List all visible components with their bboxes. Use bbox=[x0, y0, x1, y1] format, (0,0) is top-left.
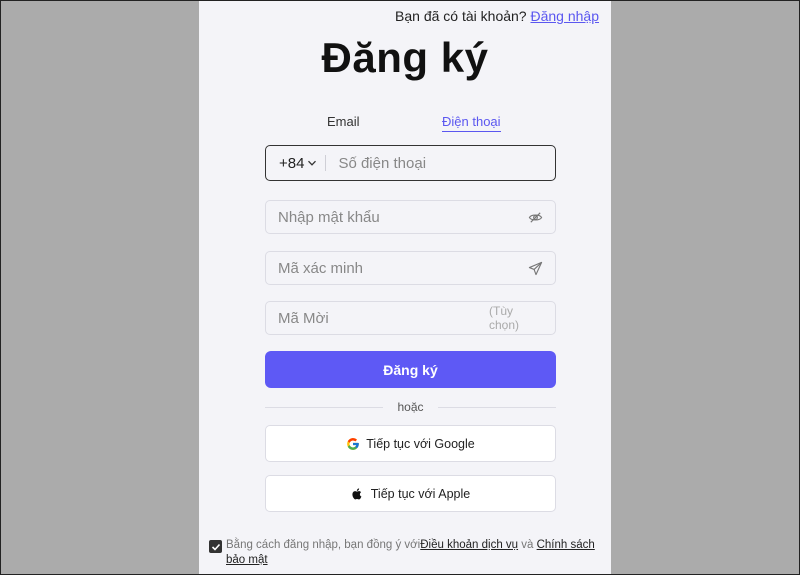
password-field-container bbox=[265, 200, 556, 234]
login-prompt: Bạn đã có tài khoản? Đăng nhập bbox=[395, 8, 599, 24]
terms-agreement: Bằng cách đăng nhập, bạn đồng ý vớiĐiều … bbox=[209, 538, 601, 568]
have-account-text: Bạn đã có tài khoản? bbox=[395, 8, 527, 24]
google-signin-button[interactable]: Tiếp tục với Google bbox=[265, 425, 556, 462]
apple-button-label: Tiếp tục với Apple bbox=[370, 486, 471, 501]
verification-code-input[interactable] bbox=[266, 259, 527, 277]
google-icon bbox=[346, 437, 360, 451]
login-link[interactable]: Đăng nhập bbox=[530, 8, 599, 24]
phone-field-container: +84 bbox=[265, 145, 556, 181]
or-divider: hoặc bbox=[265, 398, 556, 416]
invite-code-container: (Tùy chọn) bbox=[265, 301, 556, 335]
send-icon[interactable] bbox=[527, 260, 543, 276]
eye-off-icon[interactable] bbox=[527, 209, 543, 225]
verification-code-container bbox=[265, 251, 556, 285]
terms-text: Bằng cách đăng nhập, bạn đồng ý vớiĐiều … bbox=[226, 538, 601, 568]
apple-icon bbox=[351, 487, 365, 501]
signup-method-tabs: Email Điện thoại bbox=[199, 114, 611, 136]
terms-prefix: Bằng cách đăng nhập, bạn đồng ý với bbox=[226, 539, 421, 551]
country-code-select[interactable]: +84 bbox=[266, 146, 317, 180]
signup-button[interactable]: Đăng ký bbox=[265, 351, 556, 388]
chevron-down-icon bbox=[307, 155, 317, 172]
terms-and: và bbox=[518, 539, 537, 551]
phone-input[interactable] bbox=[326, 154, 555, 172]
google-button-label: Tiếp tục với Google bbox=[366, 436, 475, 451]
terms-of-service-link[interactable]: Điều khoản dịch vụ bbox=[420, 539, 518, 551]
divider-line-right bbox=[438, 407, 556, 408]
page-title: Đăng ký bbox=[321, 34, 489, 81]
apple-signin-button[interactable]: Tiếp tục với Apple bbox=[265, 475, 556, 512]
tab-phone[interactable]: Điện thoại bbox=[442, 114, 501, 132]
tab-email[interactable]: Email bbox=[327, 114, 360, 131]
terms-checkbox[interactable] bbox=[209, 540, 222, 553]
optional-label: (Tùy chọn) bbox=[489, 304, 520, 332]
check-icon bbox=[211, 543, 220, 551]
country-code-value: +84 bbox=[279, 154, 305, 172]
password-input[interactable] bbox=[266, 208, 527, 226]
invite-code-input[interactable] bbox=[266, 309, 489, 327]
signup-panel: Bạn đã có tài khoản? Đăng nhập Đăng ký E… bbox=[199, 0, 611, 575]
